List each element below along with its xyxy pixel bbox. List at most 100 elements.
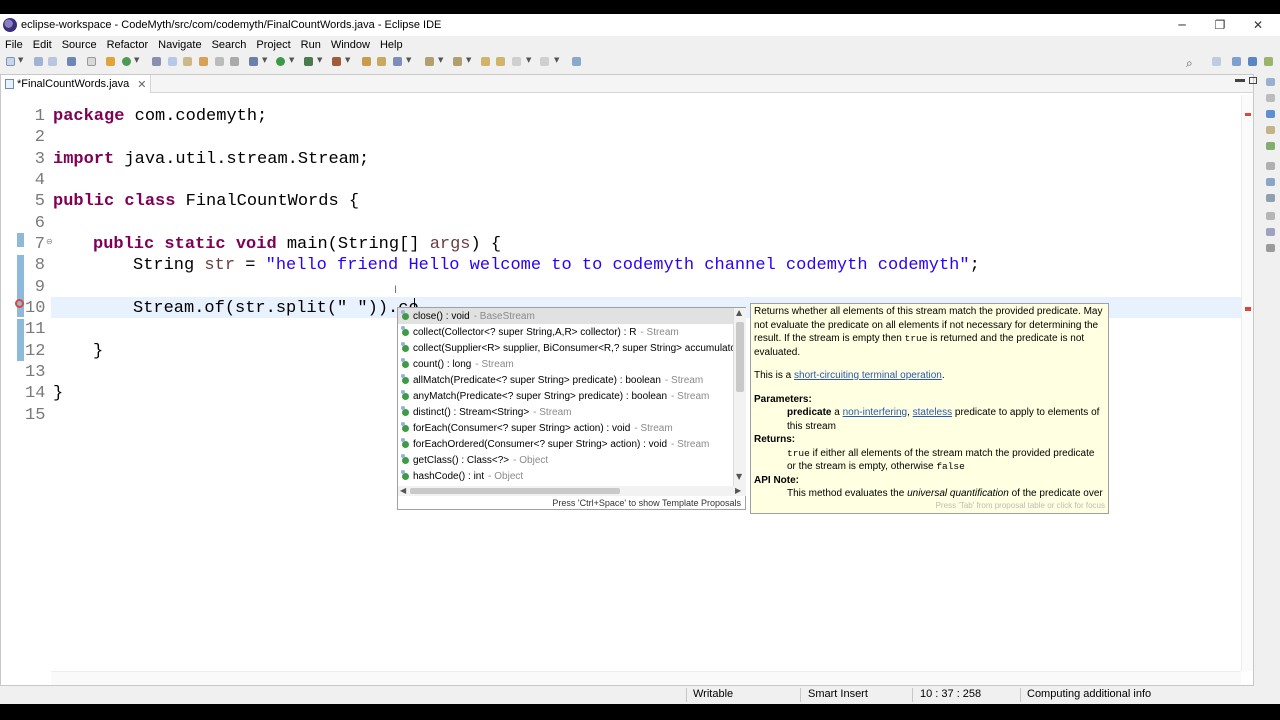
servers-icon[interactable] (1266, 228, 1275, 236)
chevron-down-icon[interactable]: ▼ (317, 56, 322, 64)
close-icon[interactable]: ✕ (137, 78, 146, 91)
task-list-icon[interactable] (1266, 94, 1275, 102)
menu-project[interactable]: Project (256, 39, 290, 51)
short-circuiting-link[interactable]: short-circuiting terminal operation (794, 370, 942, 381)
proposal-vertical-scrollbar[interactable]: ▲ ▼ (733, 308, 746, 486)
last-edit-icon[interactable] (481, 57, 490, 66)
menu-search[interactable]: Search (212, 39, 247, 51)
open-resource-icon[interactable] (393, 57, 402, 66)
external-tools-icon[interactable] (332, 57, 341, 66)
forward-icon[interactable] (512, 57, 521, 66)
proposal-item[interactable]: close() : void - BaseStream (398, 308, 733, 324)
debug-perspective-icon[interactable] (1264, 57, 1273, 66)
minimized-view-icon[interactable] (1266, 244, 1275, 252)
menu-refactor[interactable]: Refactor (107, 39, 149, 51)
status-cursor-position[interactable]: 10 : 37 : 258 (920, 688, 981, 700)
status-insert-mode[interactable]: Smart Insert (808, 688, 868, 700)
coverage-icon[interactable] (304, 57, 313, 66)
terminal-icon[interactable] (67, 57, 76, 66)
highlight-icon[interactable] (168, 57, 177, 66)
chevron-down-icon[interactable]: ▼ (406, 56, 411, 64)
fold-icon[interactable]: ⊖ (46, 237, 53, 246)
java-perspective-icon[interactable] (1248, 57, 1257, 66)
proposal-item[interactable]: collect(Collector<? super String,A,R> co… (398, 324, 733, 340)
chevron-down-icon[interactable]: ▼ (18, 56, 23, 64)
history-icon[interactable] (1266, 212, 1275, 220)
next-annotation-icon[interactable] (425, 57, 434, 66)
menu-run[interactable]: Run (301, 39, 321, 51)
proposal-item[interactable]: getClass() : Class<?> - Object (398, 452, 733, 468)
proposal-item[interactable]: allMatch(Predicate<? super String> predi… (398, 372, 733, 388)
search-view-icon[interactable] (1266, 194, 1275, 202)
toggle-icon[interactable] (87, 57, 96, 66)
menu-help[interactable]: Help (380, 39, 403, 51)
minimize-button[interactable]: ─ (1162, 14, 1202, 36)
annotation-icon[interactable] (183, 57, 192, 66)
restore-button[interactable]: ❐ (1200, 14, 1240, 36)
error-annotation-mark[interactable] (1245, 307, 1251, 311)
scrollbar-thumb[interactable] (736, 322, 744, 392)
save-all-icon[interactable] (48, 57, 57, 66)
chevron-down-icon[interactable]: ▼ (289, 56, 294, 64)
outline-icon[interactable] (1266, 78, 1275, 86)
progress-icon[interactable] (1266, 178, 1275, 186)
new-icon[interactable] (6, 57, 15, 66)
status-progress[interactable]: Computing additional info (1027, 688, 1151, 700)
new-class-icon[interactable] (377, 57, 386, 66)
new-package-icon[interactable] (362, 57, 371, 66)
forward-history-icon[interactable] (540, 57, 549, 66)
error-annotation-mark[interactable] (1245, 113, 1251, 116)
javadoc-hover[interactable]: Returns whether all elements of this str… (750, 303, 1109, 514)
chevron-down-icon[interactable]: ▼ (466, 56, 471, 64)
chevron-down-icon[interactable]: ▼ (554, 56, 559, 64)
console-icon[interactable] (1266, 162, 1275, 170)
chevron-down-icon[interactable]: ▼ (438, 56, 443, 64)
chevron-left-icon[interactable]: ◀ (400, 486, 406, 495)
menu-source[interactable]: Source (62, 39, 97, 51)
search-icon[interactable]: ⌕ (1186, 56, 1193, 71)
gear-icon[interactable] (249, 57, 258, 66)
overview-ruler[interactable] (1241, 95, 1253, 671)
java-ee-perspective-icon[interactable] (1232, 57, 1241, 66)
open-type-icon[interactable] (152, 57, 161, 66)
proposal-item[interactable]: anyMatch(Predicate<? super String> predi… (398, 388, 733, 404)
stateless-link[interactable]: stateless (913, 407, 952, 418)
proposal-list[interactable]: close() : void - BaseStream collect(Coll… (398, 308, 733, 486)
chevron-down-icon[interactable]: ▼ (736, 472, 742, 481)
menu-navigate[interactable]: Navigate (158, 39, 201, 51)
error-marker-icon[interactable] (15, 299, 24, 308)
editor-tab[interactable]: *FinalCountWords.java ✕ (1, 75, 151, 93)
chevron-down-icon[interactable]: ▼ (134, 56, 139, 64)
debug-icon[interactable] (122, 57, 131, 66)
proposal-item[interactable]: forEach(Consumer<? super String> action)… (398, 420, 733, 436)
run-icon[interactable] (276, 57, 285, 66)
chevron-right-icon[interactable]: ▶ (735, 486, 741, 495)
previous-annotation-icon[interactable] (453, 57, 462, 66)
pin-editor-icon[interactable] (572, 57, 581, 66)
declaration-icon[interactable] (1266, 142, 1275, 150)
task-icon[interactable] (199, 57, 208, 66)
problems-icon[interactable] (1266, 110, 1275, 118)
non-interfering-link[interactable]: non-interfering (843, 407, 907, 418)
proposal-item[interactable]: hashCode() : int - Object (398, 468, 733, 484)
scrollbar-thumb[interactable] (410, 488, 620, 494)
open-perspective-icon[interactable] (1212, 57, 1221, 66)
proposal-horizontal-scrollbar[interactable]: ◀ ▶ (398, 486, 746, 496)
back-icon[interactable] (496, 57, 505, 66)
chevron-down-icon[interactable]: ▼ (526, 56, 531, 64)
save-icon[interactable] (34, 57, 43, 66)
build-icon[interactable] (106, 57, 115, 66)
menu-edit[interactable]: Edit (33, 39, 52, 51)
pilcrow-icon[interactable] (230, 57, 239, 66)
proposal-item[interactable]: count() : long - Stream (398, 356, 733, 372)
minimize-icon[interactable]: ▬ (1235, 74, 1245, 85)
menu-window[interactable]: Window (331, 39, 370, 51)
chevron-up-icon[interactable]: ▲ (736, 308, 742, 317)
horizontal-scrollbar[interactable] (51, 671, 1241, 685)
proposal-item[interactable]: forEachOrdered(Consumer<? super String> … (398, 436, 733, 452)
chevron-down-icon[interactable]: ▼ (262, 56, 267, 64)
close-button[interactable]: ✕ (1238, 14, 1278, 36)
menu-file[interactable]: File (5, 39, 23, 51)
proposal-item[interactable]: distinct() : Stream<String> - Stream (398, 404, 733, 420)
maximize-icon[interactable] (1249, 77, 1257, 84)
